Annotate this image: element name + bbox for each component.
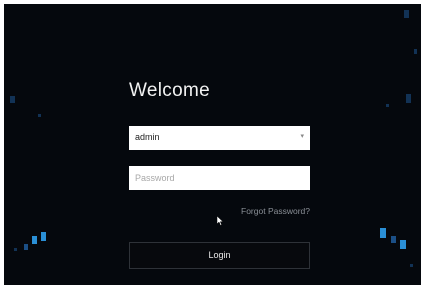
- decorative-square: [10, 96, 15, 103]
- decorative-square: [380, 228, 386, 238]
- login-screen: Welcome admin ▾ Forgot Password? Login: [4, 4, 421, 285]
- decorative-square: [386, 104, 389, 107]
- login-button[interactable]: Login: [129, 242, 310, 269]
- password-input[interactable]: [129, 166, 310, 190]
- decorative-square: [14, 248, 17, 251]
- decorative-square: [391, 236, 396, 243]
- username-value: admin: [135, 132, 160, 142]
- decorative-square: [41, 232, 46, 241]
- decorative-square: [410, 264, 413, 267]
- password-field-wrapper: [129, 166, 310, 190]
- decorative-square: [414, 49, 417, 54]
- decorative-square: [24, 244, 28, 250]
- welcome-heading: Welcome: [129, 80, 210, 101]
- chevron-down-icon[interactable]: ▾: [300, 132, 304, 140]
- decorative-square: [404, 10, 409, 18]
- decorative-square: [32, 236, 37, 244]
- decorative-square: [406, 94, 411, 103]
- mouse-pointer-icon: [216, 213, 224, 231]
- forgot-password-link[interactable]: Forgot Password?: [241, 206, 310, 216]
- username-select[interactable]: admin ▾: [129, 126, 310, 150]
- decorative-square: [400, 240, 406, 249]
- decorative-square: [38, 114, 41, 117]
